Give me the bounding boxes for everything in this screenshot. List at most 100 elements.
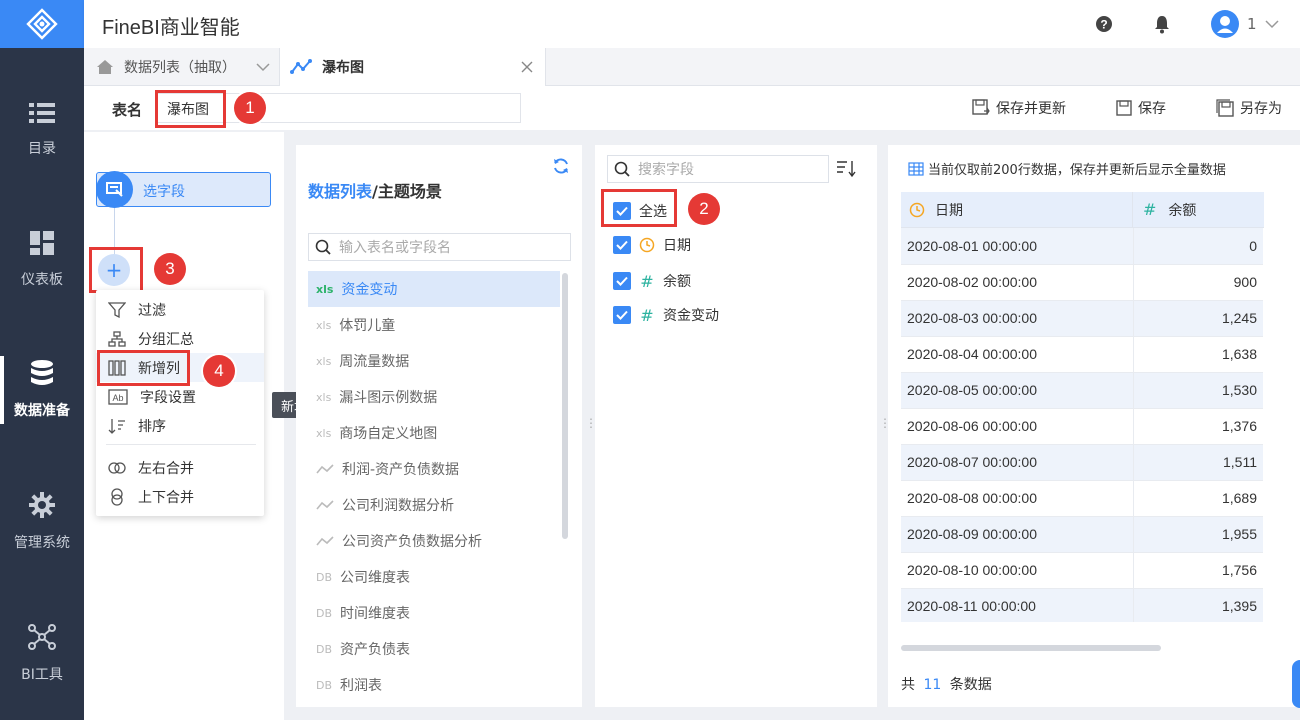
list-item[interactable]: xls 漏斗图示例数据 <box>308 379 560 415</box>
chart-icon <box>316 536 334 546</box>
cell-balance: 1,511 <box>1133 444 1263 481</box>
nav-item-admin[interactable]: 管理系统 <box>0 462 84 582</box>
list-item[interactable]: xls 体罚儿童 <box>308 307 560 343</box>
menu-item-join[interactable]: 左右合并 <box>96 453 264 482</box>
list-item-label: 利润表 <box>340 678 383 694</box>
bell-icon[interactable] <box>1153 14 1171 38</box>
list-item-label: 公司维度表 <box>340 570 411 586</box>
menu-divider <box>106 444 256 445</box>
number-icon: # <box>1143 200 1157 219</box>
chevron-down-icon[interactable] <box>256 62 270 72</box>
save-and-update-button[interactable]: 保存并更新 <box>972 98 1066 118</box>
menu-item-label: 上下合并 <box>138 489 194 506</box>
user-name: 1 <box>1247 15 1257 33</box>
tab-waterfall[interactable]: 瀑布图 <box>280 48 546 86</box>
cell-date: 2020-08-04 00:00:00 <box>901 336 1134 373</box>
flow-step-select-fields[interactable]: 选字段 <box>96 171 271 208</box>
column-header-balance[interactable]: # 余额 <box>1133 192 1264 227</box>
list-item-label: 公司利润数据分析 <box>342 498 454 514</box>
datasource-title[interactable]: 数据列表/主题场景 <box>308 178 442 202</box>
list-item[interactable]: DB 公司维度表 <box>308 559 560 595</box>
top-header: FineBI商业智能 ? 1 <box>84 0 1300 48</box>
list-item[interactable]: xls 商场自定义地图 <box>308 415 560 451</box>
list-item-label: 公司资产负债数据分析 <box>342 534 482 550</box>
app-logo[interactable] <box>0 0 84 48</box>
search-icon <box>315 239 331 255</box>
list-item-label: 体罚儿童 <box>339 318 396 334</box>
clock-icon <box>909 202 925 217</box>
field-item-balance[interactable]: # 余额 <box>613 271 691 291</box>
list-item[interactable]: xls 周流量数据 <box>308 343 560 379</box>
app-title: FineBI商业智能 <box>102 17 240 39</box>
row-count-prefix: 共 <box>901 677 915 693</box>
help-float-widget[interactable] <box>1292 660 1300 708</box>
filter-icon <box>108 301 126 318</box>
nav-item-bi-tools[interactable]: BI工具 <box>0 594 84 714</box>
chart-icon <box>316 500 334 510</box>
column-header-date[interactable]: 日期 <box>901 192 1133 227</box>
fields-panel: 搜索字段 全选 日期 # 余额 # 资金变动 <box>595 145 877 707</box>
list-item[interactable]: xls 资金变动 <box>308 271 560 307</box>
table-row: 2020-08-09 00:00:00 1,955 <box>901 516 1263 553</box>
datasource-search-placeholder: 输入表名或字段名 <box>339 240 451 256</box>
xls-icon: xls <box>316 390 332 404</box>
list-item[interactable]: 公司资产负债数据分析 <box>308 523 560 559</box>
save-as-label: 另存为 <box>1240 101 1282 117</box>
user-menu[interactable]: 1 <box>1211 10 1279 38</box>
list-item[interactable]: DB 时间维度表 <box>308 595 560 631</box>
close-icon[interactable] <box>521 61 533 73</box>
field-item-date[interactable]: 日期 <box>613 235 691 255</box>
cell-balance: 1,955 <box>1133 516 1263 553</box>
save-as-icon <box>1216 99 1234 117</box>
nav-item-catalog[interactable]: 目录 <box>0 70 84 190</box>
save-button[interactable]: 保存 <box>1116 98 1166 118</box>
table-row: 2020-08-06 00:00:00 1,376 <box>901 408 1263 445</box>
search-icon <box>614 161 630 177</box>
menu-item-label: 字段设置 <box>140 389 196 406</box>
field-search-input[interactable]: 搜索字段 <box>607 155 829 183</box>
menu-item-group-summary[interactable]: 分组汇总 <box>96 324 264 353</box>
field-item-fund-change[interactable]: # 资金变动 <box>613 305 719 325</box>
tab-label: 瀑布图 <box>322 60 364 76</box>
tab-data-list[interactable]: 数据列表（抽取） <box>84 48 280 86</box>
xls-icon: xls <box>316 354 332 368</box>
list-item[interactable]: 利润-资产负债数据 <box>308 451 560 487</box>
preview-panel: 当前仅取前200行数据，保存并更新后显示全量数据 日期 # 余额 2020-08… <box>888 145 1300 707</box>
list-item-label: 资产负债表 <box>340 642 411 658</box>
number-icon: # <box>640 305 654 325</box>
help-icon[interactable]: ? <box>1095 15 1113 37</box>
add-step-menu: 过滤 分组汇总 新增列 Ab 字段设置 排序 左右合并 上下合并 <box>96 290 264 516</box>
nav-item-label: BI工具 <box>21 667 63 683</box>
field-label: 余额 <box>663 274 691 290</box>
menu-item-union[interactable]: 上下合并 <box>96 482 264 511</box>
preview-table-body: 2020-08-01 00:00:00 0 2020-08-02 00:00:00… <box>901 228 1263 622</box>
save-as-button[interactable]: 另存为 <box>1216 98 1282 118</box>
menu-item-filter[interactable]: 过滤 <box>96 295 264 324</box>
save-label: 保存 <box>1138 101 1166 117</box>
db-icon: DB <box>316 570 333 584</box>
column-header-label: 日期 <box>935 202 963 219</box>
cell-date: 2020-08-08 00:00:00 <box>901 480 1134 517</box>
xls-icon: xls <box>316 282 334 296</box>
tab-label: 数据列表（抽取） <box>124 60 236 76</box>
datasource-title-link[interactable]: 数据列表 <box>308 182 372 201</box>
list-item-label: 利润-资产负债数据 <box>342 462 460 478</box>
list-item[interactable]: 公司利润数据分析 <box>308 487 560 523</box>
preview-horizontal-scrollbar[interactable] <box>901 645 1161 651</box>
checkbox-checked-icon <box>613 272 631 290</box>
menu-item-label: 排序 <box>138 418 166 435</box>
menu-item-sort[interactable]: 排序 <box>96 411 264 440</box>
datasource-search-input[interactable]: 输入表名或字段名 <box>308 233 571 261</box>
cell-date: 2020-08-09 00:00:00 <box>901 516 1134 553</box>
refresh-icon[interactable] <box>552 157 570 175</box>
list-item[interactable]: DB 利润表 <box>308 667 560 701</box>
nav-item-dashboard[interactable]: 仪表板 <box>0 200 84 320</box>
menu-item-field-settings[interactable]: Ab 字段设置 <box>96 382 264 411</box>
list-item-label: 时间维度表 <box>340 606 411 622</box>
list-item[interactable]: DB 资产负债表 <box>308 631 560 667</box>
sort-fields-icon[interactable] <box>835 159 861 181</box>
nav-item-data-prep[interactable]: 数据准备 <box>0 330 84 450</box>
datasource-scrollbar[interactable] <box>562 273 568 539</box>
preview-notice-text: 当前仅取前200行数据，保存并更新后显示全量数据 <box>928 163 1226 178</box>
table-row: 2020-08-08 00:00:00 1,689 <box>901 480 1263 517</box>
